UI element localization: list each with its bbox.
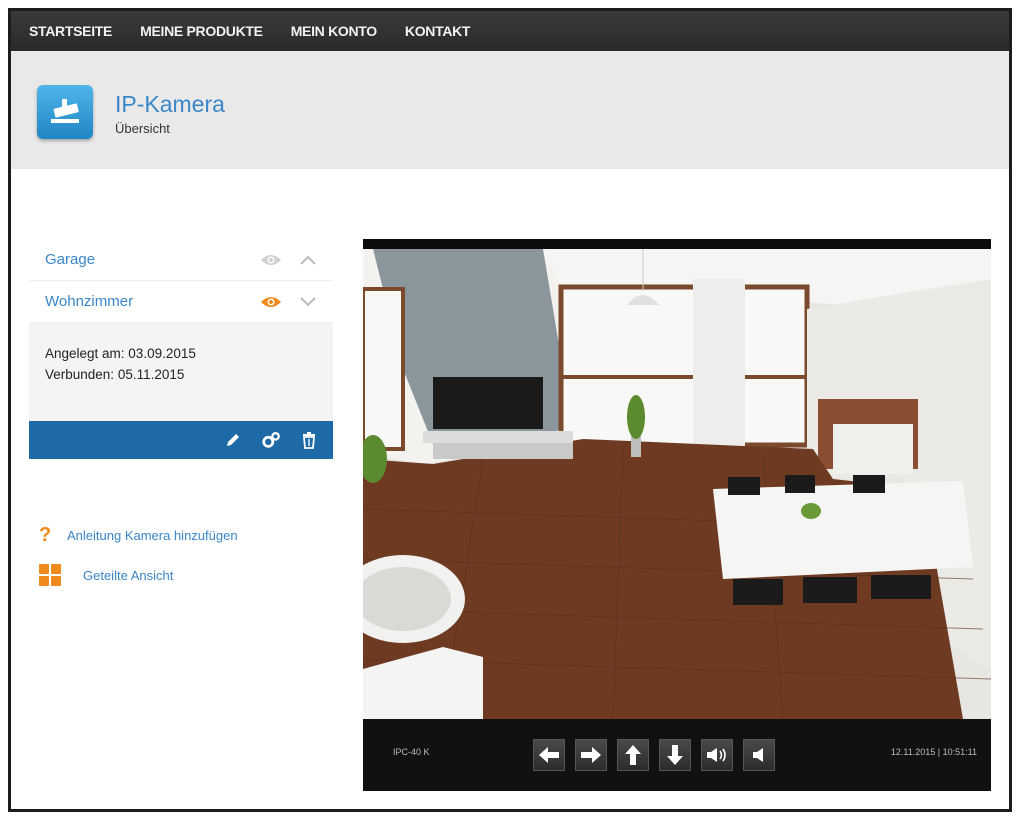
connected-date: Verbunden: 05.11.2015 (45, 367, 185, 382)
camera-action-bar (29, 421, 333, 459)
nav-mein-konto[interactable]: MEIN KONTO (277, 11, 391, 51)
camera-viewer: IPC-40 K 12.11.2015 | 10:51:11 (363, 239, 991, 791)
nav-meine-produkte[interactable]: MEINE PRODUKTE (126, 11, 277, 51)
settings-gears-icon[interactable] (261, 430, 281, 450)
camera-item-garage[interactable]: Garage (29, 239, 333, 281)
arrow-up-icon[interactable] (617, 739, 649, 771)
top-navigation: STARTSEITE MEINE PRODUKTE MEIN KONTO KON… (11, 11, 1009, 51)
camera-id-label: IPC-40 K (393, 747, 430, 757)
nav-kontakt[interactable]: KONTAKT (391, 11, 484, 51)
arrow-down-icon[interactable] (659, 739, 691, 771)
arrow-left-icon[interactable] (533, 739, 565, 771)
add-camera-guide-link[interactable]: ? Anleitung Kamera hinzufügen (39, 515, 238, 555)
camera-item-wohnzimmer[interactable]: Wohnzimmer (29, 281, 333, 323)
page-subtitle: Übersicht (115, 121, 170, 136)
app-window: STARTSEITE MEINE PRODUKTE MEIN KONTO KON… (8, 8, 1012, 812)
camera-icon (37, 85, 93, 139)
viewer-control-bar: IPC-40 K 12.11.2015 | 10:51:11 (363, 719, 991, 791)
viewer-top-bar (363, 239, 991, 249)
created-date: Angelegt am: 03.09.2015 (45, 346, 196, 361)
page-title: IP-Kamera (115, 91, 225, 117)
link-label: Geteilte Ansicht (83, 567, 174, 583)
audio-on-icon[interactable] (701, 739, 733, 771)
chevron-down-icon[interactable] (299, 296, 317, 307)
nav-startseite[interactable]: STARTSEITE (11, 11, 126, 51)
camera-list: Garage Wohnzimmer Angelegt am: 03.09.201… (29, 239, 333, 459)
split-view-link[interactable]: Geteilte Ansicht (39, 555, 238, 595)
link-label: Anleitung Kamera hinzufügen (67, 527, 238, 543)
delete-trash-icon[interactable] (299, 430, 319, 450)
timestamp-label: 12.11.2015 | 10:51:11 (890, 747, 977, 757)
help-links: ? Anleitung Kamera hinzufügen Geteilte A… (39, 515, 238, 595)
audio-off-icon[interactable] (743, 739, 775, 771)
arrow-right-icon[interactable] (575, 739, 607, 771)
camera-details: Angelegt am: 03.09.2015 Verbunden: 05.11… (29, 323, 333, 421)
page-header: IP-Kamera Übersicht (11, 51, 1009, 169)
eye-icon[interactable] (259, 253, 283, 267)
split-view-grid-icon (39, 564, 63, 586)
ptz-controls (533, 739, 775, 771)
camera-name: Wohnzimmer (45, 293, 134, 310)
camera-name: Garage (45, 251, 96, 268)
eye-icon[interactable] (259, 295, 283, 309)
camera-live-image[interactable] (363, 249, 991, 719)
chevron-up-icon[interactable] (299, 255, 317, 265)
edit-pencil-icon[interactable] (223, 430, 243, 450)
help-question-icon: ? (39, 523, 52, 546)
